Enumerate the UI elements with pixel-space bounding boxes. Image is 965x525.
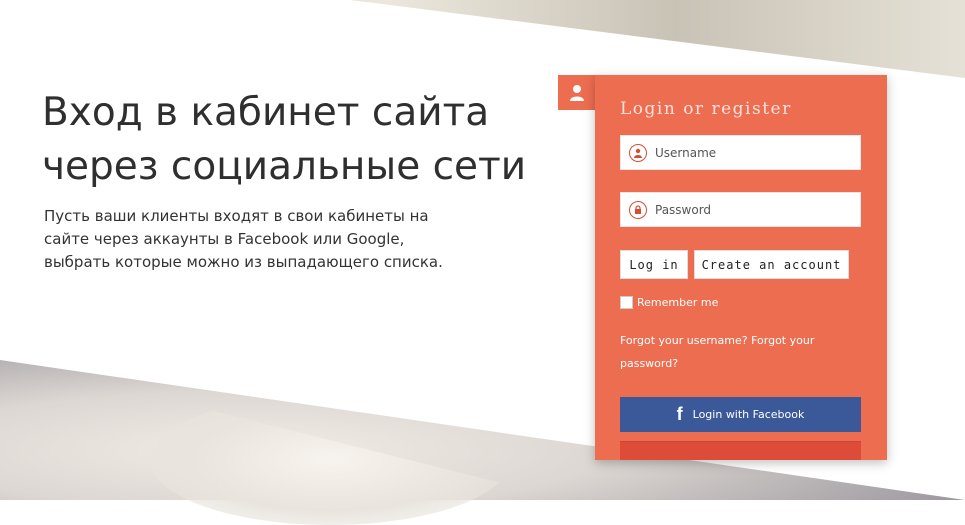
login-panel: Login or register Log in Create an accou… xyxy=(595,75,887,460)
google-login-button[interactable] xyxy=(620,441,861,460)
facebook-login-button[interactable]: f Login with Facebook xyxy=(620,397,861,432)
avatar-icon xyxy=(570,84,584,101)
forgot-links: Forgot your username? Forgot your passwo… xyxy=(620,329,840,375)
password-field[interactable] xyxy=(620,192,861,227)
top-background-image xyxy=(350,0,965,78)
user-icon xyxy=(629,143,647,162)
avatar-tab xyxy=(558,75,596,110)
username-input[interactable] xyxy=(655,145,860,160)
username-field[interactable] xyxy=(620,135,861,170)
remember-label: Remember me xyxy=(637,296,719,309)
login-panel-title: Login or register xyxy=(620,99,792,119)
remember-checkbox[interactable] xyxy=(620,296,633,309)
password-input[interactable] xyxy=(655,202,860,217)
remember-me[interactable]: Remember me xyxy=(620,296,718,309)
create-account-button[interactable]: Create an account xyxy=(694,250,849,279)
forgot-username-link[interactable]: Forgot your username? xyxy=(620,334,748,347)
login-button[interactable]: Log in xyxy=(620,250,688,279)
hero-description: Пусть ваши клиенты входят в свои кабинет… xyxy=(44,207,443,271)
facebook-icon: f xyxy=(676,404,683,424)
hero-title: Вход в кабинет сайта через социальные се… xyxy=(42,90,527,189)
lock-icon xyxy=(629,200,647,219)
facebook-login-label: Login with Facebook xyxy=(692,408,805,421)
